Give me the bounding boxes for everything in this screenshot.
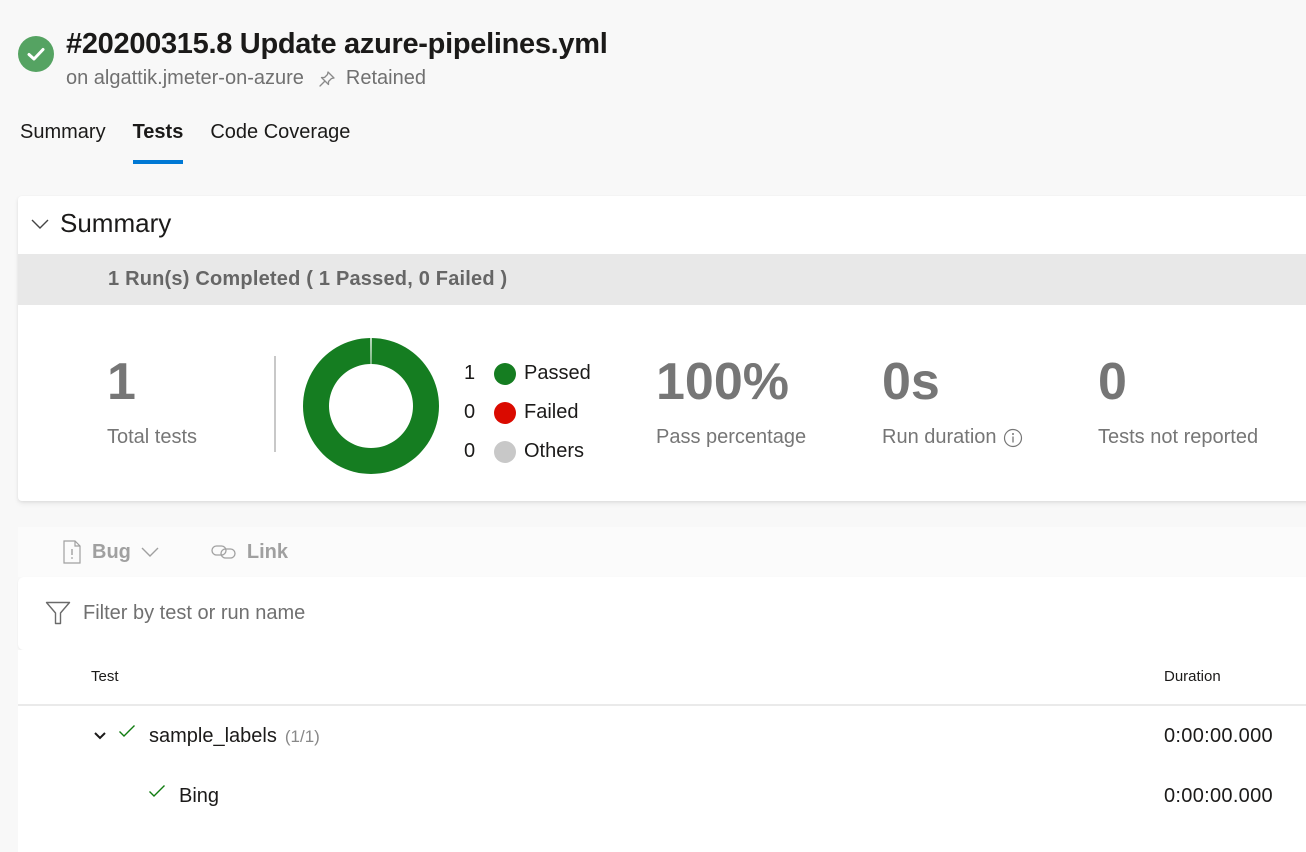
total-tests-label: Total tests [107,426,198,448]
pass-percentage-label: Pass percentage [656,426,807,448]
passed-check-icon [149,785,165,797]
run-status-text: 1 Run(s) Completed ( 1 Passed, 0 Failed … [108,268,508,290]
summary-section-title: Summary [60,208,172,238]
test-group-count: (1/1) [284,726,320,746]
repository-link[interactable]: on algattik.jmeter-on-azure [66,67,304,90]
link-button[interactable]: Link [211,541,288,564]
stat-divider [274,356,276,452]
legend-dot-others [494,440,516,463]
column-header-duration[interactable]: Duration [1164,668,1221,685]
tab-bar: Summary Tests Code Coverage [20,121,377,164]
legend-item-passed: 1 Passed [464,354,591,393]
tests-not-reported-label: Tests not reported [1098,426,1259,448]
test-results-table: Test Duration sample_labels (1/1) 0:00:0… [18,650,1306,852]
run-duration-label-row: Run duration [882,426,1023,449]
info-icon[interactable] [1003,428,1023,448]
legend-label: Others [524,440,585,462]
legend-label: Passed [524,362,591,384]
legend-item-failed: 0 Failed [464,393,591,432]
legend-label: Failed [524,401,579,423]
tab-tests[interactable]: Tests [132,121,183,164]
summary-collapse-toggle[interactable]: Summary [30,208,171,239]
test-toolbar: Bug Link [18,527,1306,577]
total-tests-stat: 1 Total tests [107,356,197,449]
filter-placeholder: Filter by test or run name [83,601,306,624]
legend-dot-passed [494,362,516,385]
filter-bar: Filter by test or run name [18,577,1306,650]
row-label: sample_labels (1/1) [149,725,320,748]
filter-icon [45,601,71,625]
legend-item-others: 0 Others [464,432,591,471]
table-row[interactable]: Bing 0:00:00.000 [18,766,1306,826]
pass-percentage-stat: 100% Pass percentage [656,356,806,449]
link-icon [211,545,236,559]
donut-slice-passed[interactable] [303,338,439,474]
bug-label: Bug [92,540,131,563]
chevron-down-icon [31,219,49,229]
link-label: Link [246,540,289,563]
filter-input[interactable]: Filter by test or run name [45,601,305,625]
legend-count: 0 [464,440,476,462]
tests-not-reported-stat: 0 Tests not reported [1098,356,1258,449]
summary-card: Summary 1 Run(s) Completed ( 1 Passed, 0… [18,196,1306,501]
test-duration: 0:00:00.000 [1164,724,1273,747]
total-tests-value: 1 [107,353,136,411]
run-duration-label: Run duration [882,426,997,448]
pin-icon [318,70,336,88]
tab-code-coverage[interactable]: Code Coverage [210,121,350,164]
build-subtitle: on algattik.jmeter-on-azure Retained [66,67,426,90]
table-row-group[interactable]: sample_labels (1/1) 0:00:00.000 [18,706,1306,766]
passed-check-icon [119,725,135,737]
page-title: #20200315.8 Update azure-pipelines.yml [66,28,608,60]
run-duration-stat: 0s Run duration [882,356,1023,449]
legend-count: 0 [464,401,476,423]
test-group-name: sample_labels [149,724,277,747]
tests-not-reported-value: 0 [1098,353,1127,411]
run-status-band: 1 Run(s) Completed ( 1 Passed, 0 Failed … [18,254,1306,305]
retained-label: Retained [345,67,426,89]
pass-percentage-value: 100% [656,353,789,411]
test-duration: 0:00:00.000 [1164,784,1273,807]
build-status-success-icon [18,36,54,72]
tab-summary[interactable]: Summary [20,121,106,164]
test-name: Bing [179,784,220,807]
run-duration-value: 0s [882,353,940,411]
outcome-donut-chart [303,338,439,474]
legend-dot-failed [494,401,516,424]
column-header-test[interactable]: Test [91,668,119,685]
chevron-down-icon [141,547,159,557]
outcome-legend: 1 Passed 0 Failed 0 Others [464,354,591,471]
bug-document-icon [63,540,81,564]
legend-count: 1 [464,362,476,384]
create-bug-button[interactable]: Bug [62,540,159,564]
chevron-down-icon[interactable] [93,731,107,741]
check-icon [27,48,45,61]
